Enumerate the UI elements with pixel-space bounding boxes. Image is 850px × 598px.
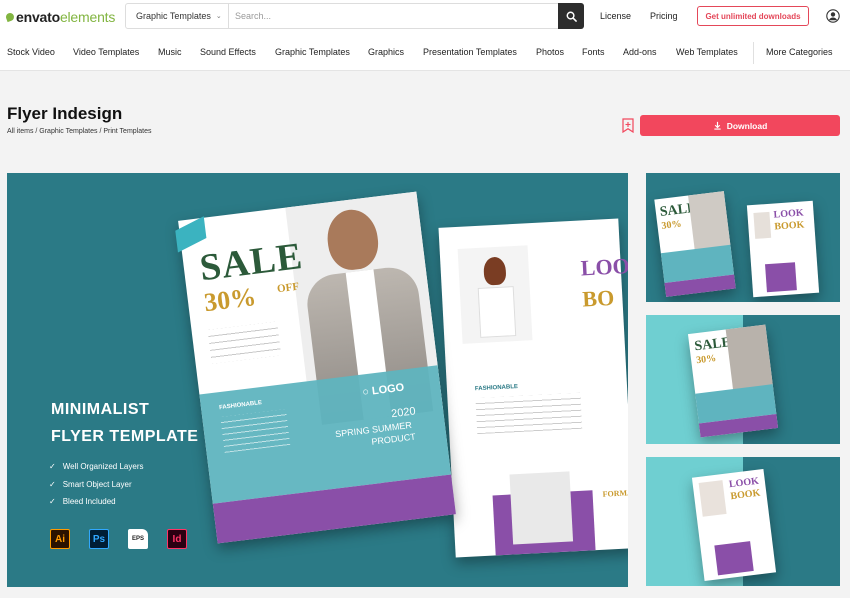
- logo-text-elements: elements: [59, 9, 116, 25]
- thumb-book-text: BOOK: [774, 219, 805, 233]
- feature-text: Well Organized Layers: [62, 462, 144, 472]
- chevron-down-icon: ⌄: [215, 13, 222, 20]
- feature-item: ✓ Smart Object Layer: [49, 476, 143, 494]
- body-text-lines: [207, 321, 282, 364]
- lookbook-flyer: LOO BO FASHIONABLE FORMA: [438, 218, 628, 558]
- thumbnail-1[interactable]: SALE 30% LOOK BOOK: [646, 173, 840, 302]
- category-nav: Stock Video Video Templates Music Sound …: [0, 34, 850, 71]
- preview-title: MINIMALIST FLYER TEMPLATE: [51, 396, 198, 450]
- thumb-book-text: BOOK: [729, 487, 761, 503]
- search-button[interactable]: [558, 3, 584, 29]
- page-title: Flyer Indesign: [7, 104, 123, 123]
- thumb-discount-text: 30%: [660, 218, 683, 232]
- app-icons: Ai Ps EPS Id: [50, 529, 187, 549]
- feature-item: ✓ Bleed Included: [49, 493, 143, 511]
- feature-list: ✓ Well Organized Layers ✓ Smart Object Lay…: [49, 458, 143, 511]
- lookbook-look: LOO: [580, 253, 628, 281]
- preview-title-line2: FLYER TEMPLATE: [51, 428, 199, 445]
- illustrator-icon: Ai: [50, 529, 70, 549]
- model-photo: [457, 245, 533, 344]
- lookbook-book: BO: [581, 284, 615, 312]
- search-input[interactable]: [229, 4, 558, 28]
- bookmark-icon[interactable]: [622, 118, 634, 133]
- search-category-select[interactable]: Graphic Templates ⌄: [126, 4, 229, 28]
- thumb-lookbook-flyer: LOOK BOOK: [691, 469, 777, 581]
- search-icon: [566, 11, 577, 22]
- hair-shape: [483, 256, 507, 286]
- head-shape: [324, 206, 382, 273]
- thumb-sale-flyer: SALE 30%: [687, 324, 779, 438]
- nav-sound-effects[interactable]: Sound Effects: [200, 47, 256, 57]
- top-bar: envato elements Graphic Templates ⌄ Lice…: [0, 0, 850, 34]
- thumb-model-photo: [753, 211, 772, 239]
- discount-text: 30%: [202, 282, 258, 318]
- logo-text-envato: envato: [16, 9, 60, 25]
- nav-graphic-templates[interactable]: Graphic Templates: [275, 47, 350, 57]
- nav-divider: [753, 42, 754, 64]
- thumb-purple-block: [714, 541, 754, 576]
- nav-fonts[interactable]: Fonts: [582, 47, 605, 57]
- thumb-lookbook-flyer: LOOK BOOK: [746, 200, 820, 298]
- feature-item: ✓ Well Organized Layers: [49, 458, 143, 476]
- search-bar: Graphic Templates ⌄: [125, 3, 584, 29]
- thumbnail-2[interactable]: SALE 30%: [646, 315, 840, 444]
- model-photo-2: [509, 471, 574, 545]
- nav-more-categories[interactable]: More Categories: [766, 47, 833, 57]
- eps-file-icon: EPS: [128, 529, 148, 549]
- nav-video-templates[interactable]: Video Templates: [73, 47, 139, 57]
- thumb-sale-flyer: SALE 30%: [654, 191, 736, 297]
- thumb-model-photo: [698, 480, 727, 517]
- download-button[interactable]: Download: [640, 115, 840, 136]
- nav-web-templates[interactable]: Web Templates: [676, 47, 738, 57]
- nav-presentation-templates[interactable]: Presentation Templates: [423, 47, 517, 57]
- main-preview-image[interactable]: MINIMALIST FLYER TEMPLATE ✓ Well Organize…: [7, 173, 628, 587]
- preview-title-line1: MINIMALIST: [51, 401, 150, 418]
- nav-stock-video[interactable]: Stock Video: [7, 47, 55, 57]
- nav-add-ons[interactable]: Add-ons: [623, 47, 657, 57]
- shirt-shape: [477, 286, 517, 338]
- search-category-label: Graphic Templates: [136, 11, 211, 21]
- envato-logo[interactable]: envato elements: [4, 9, 116, 25]
- sale-flyer: SALE 30% OFF FASHIONABLE ○ LOGO 2020 SPR…: [175, 191, 456, 544]
- nav-music[interactable]: Music: [158, 47, 182, 57]
- pricing-link[interactable]: Pricing: [650, 11, 678, 21]
- nav-photos[interactable]: Photos: [536, 47, 564, 57]
- user-account-icon[interactable]: [826, 9, 840, 23]
- photoshop-icon: Ps: [89, 529, 109, 549]
- nav-graphics[interactable]: Graphics: [368, 47, 404, 57]
- body-text-lines: [475, 392, 583, 435]
- check-icon: ✓: [49, 462, 56, 472]
- license-link[interactable]: License: [600, 11, 631, 21]
- get-unlimited-downloads-button[interactable]: Get unlimited downloads: [697, 6, 809, 26]
- thumb-look-text: LOOK: [773, 207, 804, 221]
- indesign-icon: Id: [167, 529, 187, 549]
- leaf-icon: [4, 11, 16, 23]
- download-icon: [714, 121, 721, 130]
- lookbook-formal: FORMA: [602, 488, 628, 499]
- feature-text: Smart Object Layer: [62, 479, 132, 489]
- thumb-discount-text: 30%: [695, 352, 717, 367]
- check-icon: ✓: [49, 479, 56, 489]
- download-label: Download: [726, 120, 768, 131]
- thumbnail-3[interactable]: LOOK BOOK: [646, 457, 840, 586]
- feature-text: Bleed Included: [62, 497, 116, 507]
- breadcrumb[interactable]: All items / Graphic Templates / Print Te…: [7, 128, 151, 135]
- thumb-purple-block: [765, 262, 797, 293]
- lookbook-fashionable: FASHIONABLE: [474, 384, 519, 393]
- check-icon: ✓: [49, 497, 56, 507]
